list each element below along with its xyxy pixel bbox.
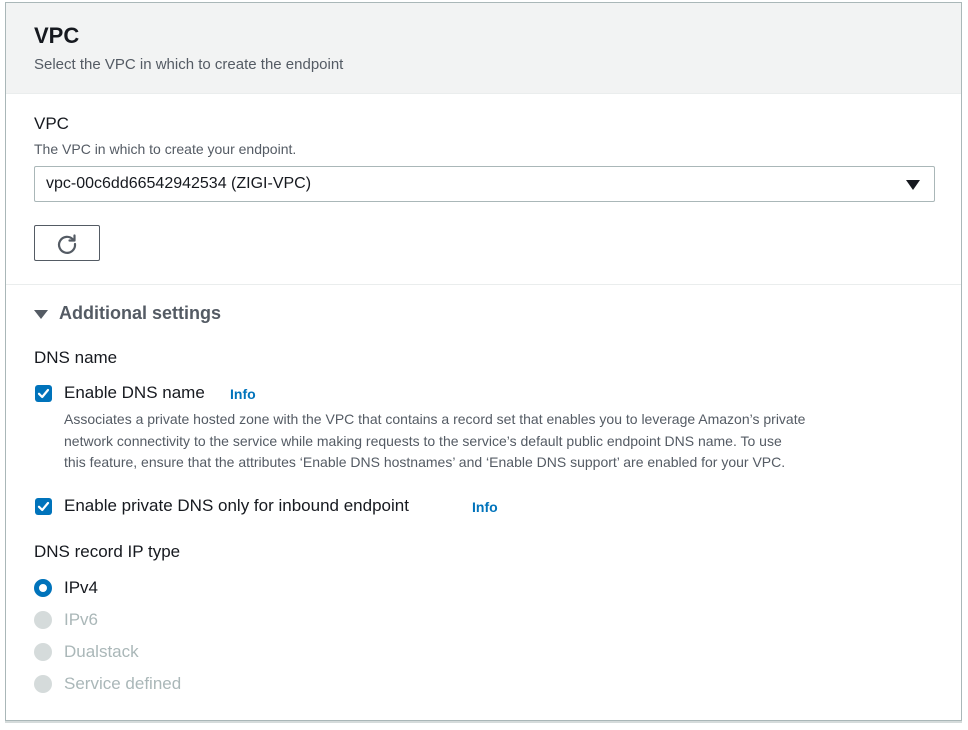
radio-ipv6: [34, 611, 52, 629]
enable-dns-name-help: Associates a private hosted zone with th…: [64, 409, 944, 474]
private-dns-inbound-checkbox[interactable]: [35, 498, 52, 515]
radio-dualstack: [34, 643, 52, 661]
vpc-select-value: vpc-00c6dd66542942534 (ZIGI-VPC): [46, 175, 312, 192]
enable-dns-name-info-link[interactable]: Info: [230, 386, 256, 402]
panel-header: VPC Select the VPC in which to create th…: [6, 3, 961, 94]
enable-dns-name-label: Enable DNS name: [64, 383, 205, 402]
radio-service-defined-label: Service defined: [64, 674, 182, 693]
vpc-field-description: The VPC in which to create your endpoint…: [34, 141, 297, 157]
vpc-field-label: VPC: [34, 114, 69, 133]
private-dns-inbound-label: Enable private DNS only for inbound endp…: [64, 496, 409, 515]
additional-settings-label: Additional settings: [59, 303, 221, 323]
private-dns-inbound-info-link[interactable]: Info: [472, 499, 498, 515]
checkmark-icon: [37, 388, 50, 399]
help-line: network connectivity to the service whil…: [64, 432, 782, 449]
dns-name-group-label: DNS name: [34, 348, 118, 367]
help-line: Associates a private hosted zone with th…: [64, 411, 806, 427]
radio-ipv6-label: IPv6: [64, 610, 99, 629]
caret-down-icon: [34, 310, 48, 319]
panel-shadow: [5, 721, 962, 723]
panel-title: VPC: [34, 23, 80, 48]
radio-ipv4[interactable]: [34, 579, 52, 597]
help-line: this feature, ensure that the attributes…: [64, 454, 786, 470]
dns-record-ip-type-label: DNS record IP type: [34, 542, 181, 561]
enable-dns-name-checkbox[interactable]: [35, 385, 52, 402]
radio-dualstack-label: Dualstack: [64, 642, 139, 661]
radio-service-defined: [34, 675, 52, 693]
caret-down-icon: [906, 180, 920, 190]
refresh-icon: [58, 234, 77, 254]
checkmark-icon: [37, 501, 50, 512]
section-divider: [6, 284, 961, 285]
radio-ipv4-label: IPv4: [64, 578, 99, 597]
refresh-button[interactable]: [34, 225, 100, 261]
panel-description: Select the VPC in which to create the en…: [34, 56, 344, 73]
vpc-select[interactable]: vpc-00c6dd66542942534 (ZIGI-VPC): [34, 166, 935, 202]
vpc-panel: VPC Select the VPC in which to create th…: [5, 2, 962, 721]
